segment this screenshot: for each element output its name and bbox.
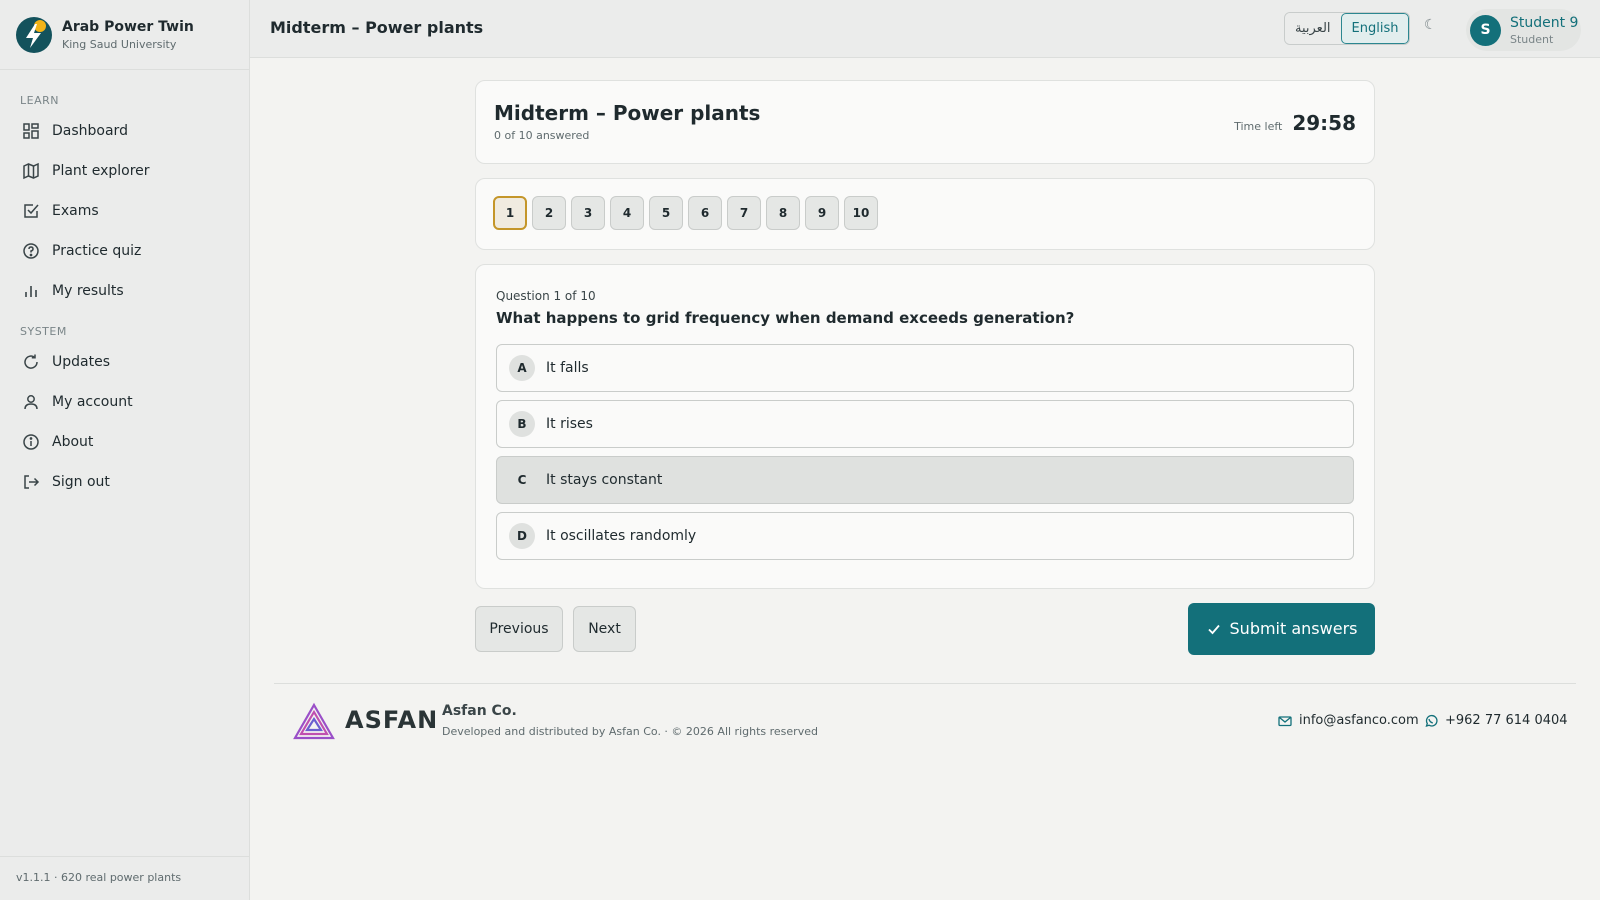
question-navigator: 1 2 3 4 5 6 7 8 9 10 [475,178,1375,250]
question-nav-1[interactable]: 1 [493,196,527,230]
question-counter: Question 1 of 10 [496,289,596,303]
answer-options: A It falls B It rises C It stays constan… [496,344,1354,568]
brand: Arab Power Twin King Saud University [0,0,249,70]
brand-title: Arab Power Twin [62,18,194,35]
user-icon [24,395,38,410]
sidebar-item-practice-quiz[interactable]: Practice quiz [0,231,249,271]
help-circle-icon [23,243,39,259]
sidebar-item-exams[interactable]: Exams [0,191,249,231]
lang-arabic-button[interactable]: العربية [1285,13,1341,44]
option-letter: A [509,355,535,381]
sidebar-item-updates[interactable]: Updates [0,342,249,382]
next-button[interactable]: Next [573,606,636,652]
sidebar-item-my-results[interactable]: My results [0,271,249,311]
question-nav-4[interactable]: 4 [610,196,644,230]
question-text: What happens to grid frequency when dema… [496,309,1075,327]
user-menu[interactable]: S Student 9 Student [1466,9,1581,51]
dashboard-icon [23,123,39,139]
sidebar: Arab Power Twin King Saud University LEA… [0,0,250,900]
previous-button[interactable]: Previous [475,606,563,652]
sign-out-icon [24,475,40,489]
exam-title: Midterm – Power plants [494,101,761,125]
footer: ASFAN Asfan Co. Developed and distribute… [274,683,1576,753]
option-letter: D [509,523,535,549]
sidebar-item-sign-out[interactable]: Sign out [0,462,249,502]
option-a[interactable]: A It falls [496,344,1354,392]
asfan-logo-wordmark: ASFAN [345,706,439,734]
option-letter: B [509,411,535,437]
info-icon [23,434,39,450]
sidebar-item-plant-explorer[interactable]: Plant explorer [0,151,249,191]
option-c[interactable]: C It stays constant [496,456,1354,504]
brand-logo-icon [16,16,52,53]
user-name: Student 9 [1510,14,1579,31]
timer-label: Time left [1234,120,1283,133]
checkbox-icon [24,204,39,218]
nav-section-learn: LEARN [20,94,59,107]
lang-english-button[interactable]: English [1340,13,1410,44]
timer-value: 29:58 [1292,111,1356,135]
sidebar-item-label: Practice quiz [52,243,142,259]
option-b[interactable]: B It rises [496,400,1354,448]
sidebar-item-label: Exams [52,203,99,219]
sidebar-item-label: Updates [52,354,110,370]
option-text: It stays constant [546,472,663,488]
option-text: It oscillates randomly [546,528,697,544]
version-info: v1.1.1 · 620 real power plants [0,856,249,900]
contact-phone[interactable]: +962 77 614 0404 [1424,713,1568,728]
mail-icon [1278,715,1292,726]
user-role: Student [1510,32,1554,46]
sidebar-item-dashboard[interactable]: Dashboard [0,111,249,151]
brand-subtitle: King Saud University [62,37,177,51]
sidebar-item-about[interactable]: About [0,422,249,462]
sidebar-item-label: About [52,434,94,450]
sidebar-item-label: My results [52,283,124,299]
map-icon [23,162,39,180]
phone-text: +962 77 614 0404 [1445,713,1568,728]
submit-label: Submit answers [1229,619,1358,638]
contact-email[interactable]: info@asfanco.com [1278,713,1419,728]
question-nav-3[interactable]: 3 [571,196,605,230]
exam-header-card: Midterm – Power plants 0 of 10 answered … [475,80,1375,164]
sidebar-item-label: Plant explorer [52,163,150,179]
question-nav-10[interactable]: 10 [844,196,878,230]
sidebar-item-my-account[interactable]: My account [0,382,249,422]
question-nav-6[interactable]: 6 [688,196,722,230]
theme-toggle-moon-icon[interactable]: ☾ [1424,17,1437,33]
sidebar-item-label: Sign out [52,474,110,490]
sidebar-item-label: Dashboard [52,123,128,139]
email-text: info@asfanco.com [1299,713,1419,728]
company-name: Asfan Co. [442,703,517,719]
option-text: It rises [546,416,593,432]
avatar: S [1470,14,1501,46]
copyright: Developed and distributed by Asfan Co. ·… [442,725,818,738]
question-card: Question 1 of 10 What happens to grid fr… [475,264,1375,589]
page-title: Midterm – Power plants [270,18,484,37]
question-nav-2[interactable]: 2 [532,196,566,230]
submit-answers-button[interactable]: Submit answers [1188,603,1375,655]
timer: Time left 29:58 [1234,111,1356,135]
question-nav-7[interactable]: 7 [727,196,761,230]
asfan-logo-icon [293,702,335,740]
language-toggle: العربية English [1284,12,1411,45]
sidebar-item-label: My account [52,394,133,410]
question-nav-9[interactable]: 9 [805,196,839,230]
question-nav-5[interactable]: 5 [649,196,683,230]
top-bar: Midterm – Power plants العربية English ☾… [250,0,1600,58]
option-text: It falls [546,360,589,376]
whatsapp-icon [1425,714,1438,727]
bar-chart-icon [25,286,37,297]
option-letter: C [517,473,527,487]
check-icon [1207,624,1220,635]
refresh-icon [24,354,38,369]
option-d[interactable]: D It oscillates randomly [496,512,1354,560]
answered-count: 0 of 10 answered [494,129,590,142]
question-nav-8[interactable]: 8 [766,196,800,230]
nav-section-system: SYSTEM [20,325,67,338]
